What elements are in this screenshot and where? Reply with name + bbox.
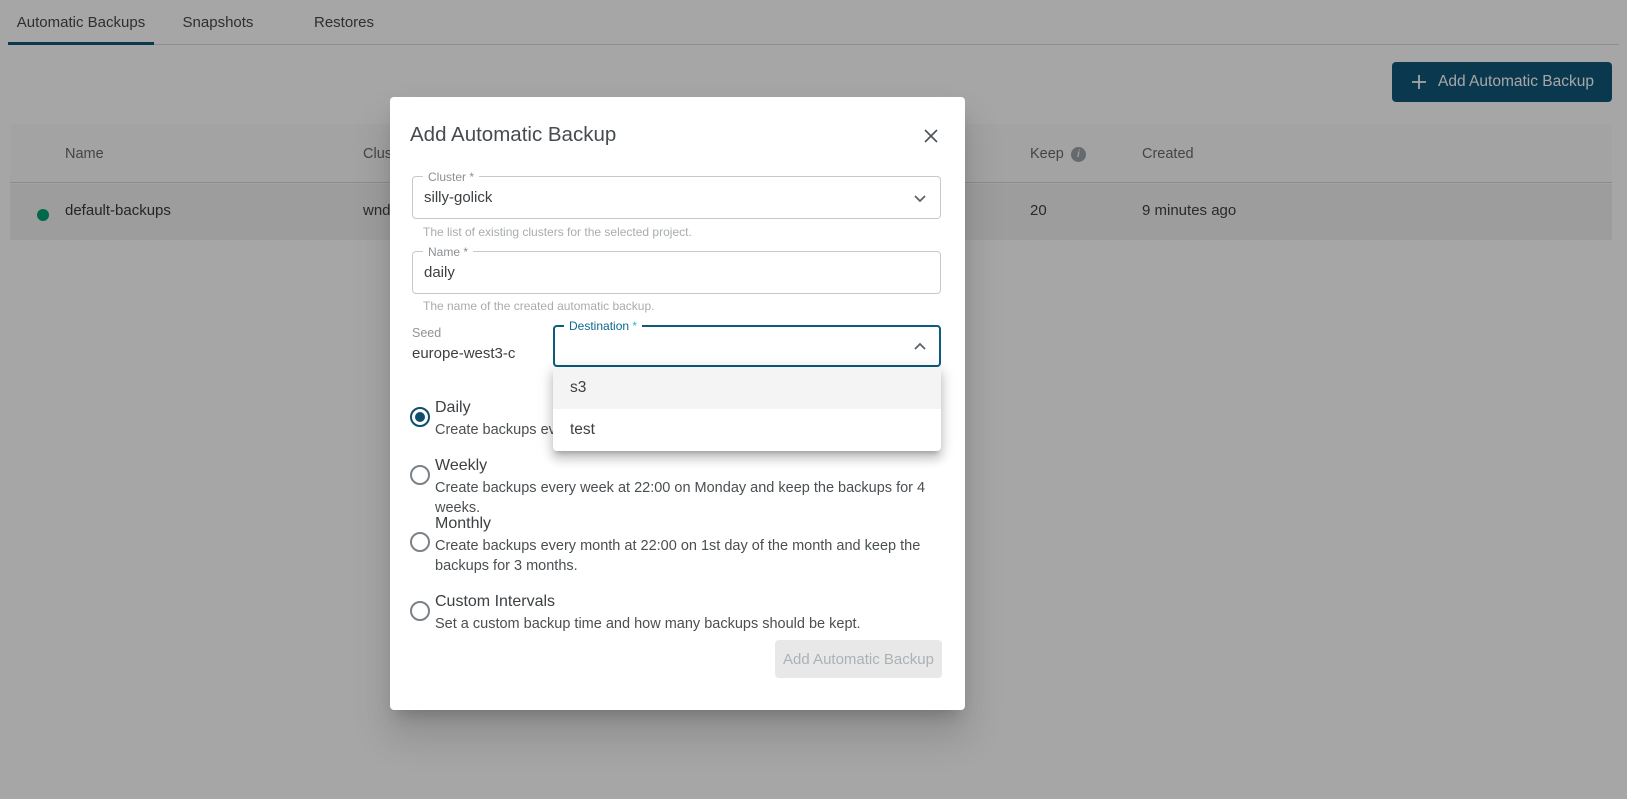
cluster-field-label: Cluster * — [423, 170, 479, 184]
radio-custom-intervals[interactable] — [410, 601, 430, 621]
name-input[interactable]: Name * daily — [412, 251, 941, 294]
radio-monthly-label: Monthly — [435, 515, 491, 533]
destination-options-menu: s3 test — [553, 367, 941, 451]
destination-field-label: Destination * — [564, 319, 642, 333]
radio-custom-intervals-label: Custom Intervals — [435, 593, 555, 611]
cluster-field-value: silly-golick — [424, 189, 492, 206]
submit-add-backup-button[interactable]: Add Automatic Backup — [775, 640, 942, 678]
cluster-helper-text: The list of existing clusters for the se… — [423, 225, 692, 239]
radio-monthly-description: Create backups every month at 22:00 on 1… — [435, 536, 927, 576]
radio-weekly-description: Create backups every week at 22:00 on Mo… — [435, 478, 927, 518]
destination-select[interactable]: Destination * — [553, 325, 941, 367]
chevron-down-icon[interactable] — [910, 188, 930, 208]
radio-daily-label: Daily — [435, 399, 471, 417]
close-dialog-button[interactable] — [919, 125, 943, 149]
radio-custom-intervals-description: Set a custom backup time and how many ba… — [435, 614, 927, 634]
radio-monthly[interactable] — [410, 532, 430, 552]
seed-label: Seed — [412, 326, 441, 340]
seed-value: europe-west3-c — [412, 345, 515, 362]
close-icon — [921, 126, 941, 146]
name-helper-text: The name of the created automatic backup… — [423, 299, 654, 313]
name-field-value: daily — [424, 264, 455, 281]
dialog-title: Add Automatic Backup — [410, 123, 616, 147]
cluster-select[interactable]: Cluster * silly-golick — [412, 176, 941, 219]
radio-weekly-label: Weekly — [435, 457, 487, 475]
chevron-up-icon[interactable] — [910, 337, 930, 357]
radio-daily[interactable] — [410, 407, 430, 427]
destination-option-s3[interactable]: s3 — [553, 367, 941, 409]
radio-weekly[interactable] — [410, 465, 430, 485]
name-field-label: Name * — [423, 245, 473, 259]
destination-option-test[interactable]: test — [553, 409, 941, 451]
